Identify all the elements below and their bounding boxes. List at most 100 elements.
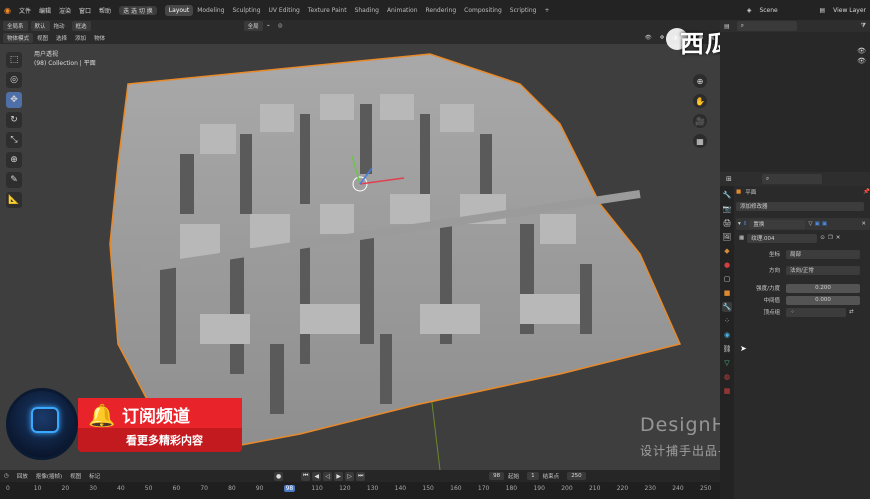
timeline-editor-icon[interactable]: ◷ xyxy=(0,473,13,479)
blender-logo-icon[interactable]: ◉ xyxy=(0,6,15,15)
global-dropdown[interactable]: 全局 xyxy=(243,21,263,31)
tab-scripting[interactable]: Scripting xyxy=(506,5,541,16)
menu-add[interactable]: 添加 xyxy=(71,34,90,42)
tab-animation[interactable]: Animation xyxy=(383,5,422,16)
properties-search-input[interactable]: ⌕ xyxy=(761,174,822,184)
tab-compositing[interactable]: Compositing xyxy=(460,5,506,16)
playback-menu[interactable]: 回放 xyxy=(13,472,32,480)
timeline-ruler[interactable]: 0 10 20 30 40 50 60 70 80 90 98 110 120 130 140 150 160 1… xyxy=(0,482,720,499)
grid-icon[interactable]: ▦ xyxy=(693,134,707,148)
next-key-icon[interactable]: ▷ xyxy=(345,471,355,481)
camera-icon[interactable]: 🎥 xyxy=(693,114,707,128)
select-box-icon[interactable]: ⬚ xyxy=(6,52,22,68)
object-mode-dropdown[interactable]: 物体模式 xyxy=(3,33,34,43)
tab-rendering[interactable]: Rendering xyxy=(422,5,461,16)
subscribe-card[interactable]: 🔔 订阅频道 看更多精彩内容 xyxy=(78,398,242,452)
prev-key-icon[interactable]: ◀ xyxy=(312,471,322,481)
rotate-icon[interactable]: ↻ xyxy=(6,112,22,128)
tab-layout[interactable]: Layout xyxy=(164,4,194,16)
zoom-icon[interactable]: ⊕ xyxy=(693,74,707,88)
tab-shading[interactable]: Shading xyxy=(351,5,383,16)
properties-editor-icon[interactable]: ⊞ xyxy=(726,175,732,183)
object-tab-icon[interactable]: ■ xyxy=(722,288,732,298)
tab-texture-paint[interactable]: Texture Paint xyxy=(304,5,351,16)
play-reverse-icon[interactable]: ◁ xyxy=(323,471,333,481)
tool-tab-icon[interactable]: 🔧 xyxy=(722,190,732,200)
transform-orientation-dropdown[interactable]: 全局系 xyxy=(3,21,28,31)
record-icon[interactable]: ● xyxy=(274,471,284,481)
current-frame-marker[interactable]: 98 xyxy=(283,485,296,492)
particles-tab-icon[interactable]: ⁘ xyxy=(722,316,732,326)
pivot-dropdown[interactable]: 默认 xyxy=(30,21,50,31)
transform-icon[interactable]: ⊕ xyxy=(6,152,22,168)
outliner[interactable]: ▤ ⌕ ⧩ 👁 👁 xyxy=(720,20,870,172)
drag-label[interactable]: 拖动 xyxy=(50,22,69,30)
view-layer-tab-icon[interactable]: 🖼 xyxy=(722,232,732,242)
output-tab-icon[interactable]: 🖨 xyxy=(722,218,732,228)
strength-field[interactable]: 0.200 xyxy=(786,283,860,293)
snap-icon[interactable]: ⌁ xyxy=(263,23,274,29)
world-tab-icon[interactable]: ● xyxy=(722,260,732,270)
tab-sculpting[interactable]: Sculpting xyxy=(229,5,265,16)
jump-end-icon[interactable]: ⏭ xyxy=(356,471,366,481)
current-frame-field[interactable]: 98 xyxy=(489,472,505,480)
render-toggle-icon[interactable]: ▣ xyxy=(822,221,827,227)
menu-file[interactable]: 文件 xyxy=(15,6,35,15)
editmode-toggle-icon[interactable]: ▽ xyxy=(808,221,812,227)
subscribe-badge[interactable]: 🔔 订阅频道 看更多精彩内容 xyxy=(6,388,246,464)
modifier-name-field[interactable]: 置换 xyxy=(749,219,806,229)
menu-view[interactable]: 视图 xyxy=(33,34,52,42)
marker-menu[interactable]: 标记 xyxy=(85,472,104,480)
coords-dropdown[interactable]: 局部 xyxy=(786,249,860,259)
menu-select[interactable]: 选择 xyxy=(52,34,71,42)
annotate-icon[interactable]: ✎ xyxy=(6,172,22,188)
menu-object[interactable]: 物体 xyxy=(90,34,109,42)
material-tab-icon[interactable]: ◍ xyxy=(722,372,732,382)
texture-tab-icon[interactable]: ▦ xyxy=(722,386,732,396)
tab-modeling[interactable]: Modeling xyxy=(193,5,228,16)
direction-dropdown[interactable]: 法向/正常 xyxy=(786,265,860,275)
cursor-icon[interactable]: ◎ xyxy=(6,72,22,88)
pin-icon[interactable]: 📌 xyxy=(863,189,870,195)
texture-field[interactable]: 纹理.004 xyxy=(747,233,818,243)
jump-start-icon[interactable]: ⏮ xyxy=(301,471,311,481)
add-modifier-dropdown[interactable]: 添加修改器 xyxy=(736,201,864,211)
constraints-tab-icon[interactable]: ⛓ xyxy=(722,344,732,354)
filter-icon[interactable]: ⧩ xyxy=(857,22,870,30)
timeline-view-menu[interactable]: 视图 xyxy=(66,472,85,480)
viewport-toggle-icon[interactable]: ▣ xyxy=(815,221,820,227)
move-icon[interactable]: ✥ xyxy=(6,92,22,108)
menu-render[interactable]: 渲染 xyxy=(55,6,75,15)
outliner-editor-icon[interactable]: ▤ xyxy=(720,23,734,30)
data-tab-icon[interactable]: ▽ xyxy=(722,358,732,368)
scene-tab-icon[interactable]: ◆ xyxy=(722,246,732,256)
view-layer-name[interactable]: View Layer xyxy=(829,7,870,14)
scene-name[interactable]: Scene xyxy=(755,7,815,14)
measure-icon[interactable]: 📐 xyxy=(6,192,22,208)
modifier-close-icon[interactable]: ✕ xyxy=(861,221,866,227)
object-name[interactable]: 平面 xyxy=(745,188,756,196)
invert-icon[interactable]: ⇄ xyxy=(849,309,854,315)
physics-tab-icon[interactable]: ◉ xyxy=(722,330,732,340)
menu-help[interactable]: 帮助 xyxy=(95,6,115,15)
duplicate-icon[interactable]: ❐ xyxy=(828,235,833,241)
vgroup-field[interactable]: ⁘ xyxy=(786,307,846,317)
add-workspace-icon[interactable]: + xyxy=(540,5,553,16)
eye-icon[interactable]: 👁 xyxy=(857,56,866,66)
pan-icon[interactable]: ✋ xyxy=(693,94,707,108)
scale-icon[interactable]: ⤡ xyxy=(6,132,22,148)
eye-icon[interactable]: 👁 xyxy=(857,46,866,56)
end-frame-field[interactable]: 250 xyxy=(567,472,586,480)
outliner-search-input[interactable]: ⌕ xyxy=(736,21,797,31)
midlevel-field[interactable]: 0.000 xyxy=(786,295,860,305)
keying-menu[interactable]: 抠像(插帧) xyxy=(32,472,66,480)
menu-window[interactable]: 窗口 xyxy=(75,6,95,15)
play-icon[interactable]: ▶ xyxy=(334,471,344,481)
collection-tab-icon[interactable]: ▢ xyxy=(722,274,732,284)
select-mode-dropdown[interactable]: 框选 xyxy=(71,21,91,31)
menu-edit[interactable]: 编辑 xyxy=(35,6,55,15)
tab-uv-editing[interactable]: UV Editing xyxy=(265,5,304,16)
expand-chevron-icon[interactable]: ▾ xyxy=(738,221,741,227)
fake-user-icon[interactable]: ⊙ xyxy=(820,235,825,241)
proportional-edit-icon[interactable]: ◎ xyxy=(274,23,287,29)
